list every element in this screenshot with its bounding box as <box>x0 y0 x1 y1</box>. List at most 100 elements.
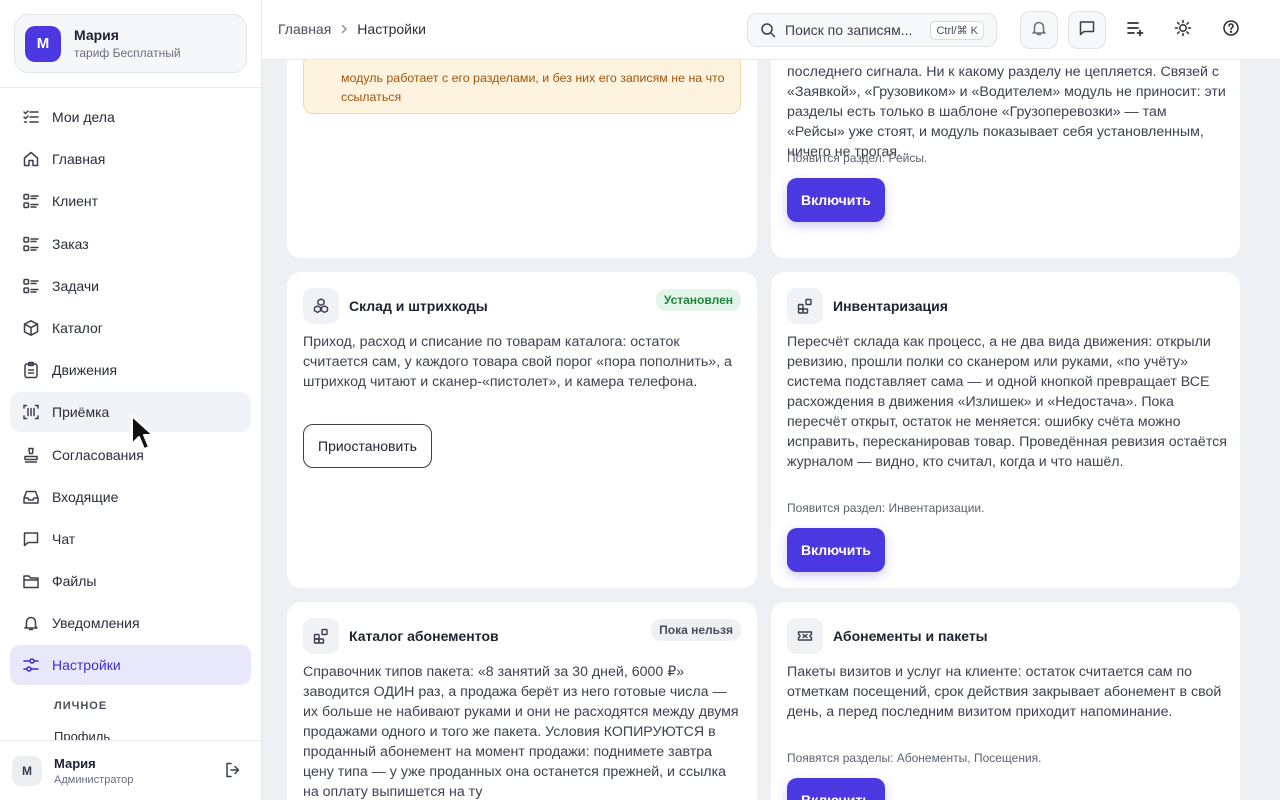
module-description: Пересчёт склада как процесс, а не два ви… <box>787 334 1227 470</box>
module-note: Появится раздел: Инвентаризации. <box>787 501 985 515</box>
chat-icon <box>1078 19 1096 42</box>
module-title: Каталог абонементов <box>349 628 499 644</box>
search-shortcut: Ctrl/⌘ K <box>930 21 984 40</box>
home-icon <box>22 150 40 168</box>
help-button[interactable] <box>1212 11 1250 49</box>
breadcrumb: Главная Настройки <box>278 21 426 37</box>
enable-button[interactable]: Включить <box>787 528 885 572</box>
account-avatar: М <box>25 25 61 62</box>
sidebar-item-inbox[interactable]: Входящие <box>10 477 251 517</box>
sidebar-item-tasks[interactable]: Задачи <box>10 266 251 306</box>
sidebar-item-order[interactable]: Заказ <box>10 224 251 264</box>
sun-icon <box>1174 19 1192 42</box>
sidebar-item-label: Задачи <box>52 277 100 294</box>
sidebar-item-settings[interactable]: Настройки <box>10 645 251 686</box>
module-card-warehouse: Склад и штрихкоды Установлен Приход, рас… <box>287 272 757 588</box>
account-name: Мария <box>74 27 119 43</box>
sidebar-item-label: Файлы <box>52 573 97 590</box>
list-icon <box>22 192 40 210</box>
module-card-top-left: модуль работает с его разделами, и без н… <box>287 60 757 258</box>
module-card-subscriptions: Абонементы и пакеты Пакеты визитов и усл… <box>771 602 1240 800</box>
bell-icon <box>22 614 40 632</box>
status-badge: Установлен <box>655 289 741 311</box>
sidebar-item-label: Уведомления <box>52 615 140 632</box>
sidebar-item-files[interactable]: Файлы <box>10 561 251 601</box>
chat-icon <box>22 530 40 548</box>
search-icon <box>760 22 776 38</box>
sidebar-item-movements[interactable]: Движения <box>10 350 251 390</box>
enable-button[interactable]: Включить <box>787 178 885 222</box>
sidebar-item-label: Мои дела <box>52 109 115 125</box>
sidebar-item-label: Приёмка <box>52 404 110 421</box>
notifications-button[interactable] <box>1020 11 1058 49</box>
sidebar-nav: Мои дела Главная Клиент Заказ Задачи Кат… <box>10 97 251 688</box>
user-avatar[interactable]: М <box>12 755 42 786</box>
account-plan: тариф Бесплатный <box>74 46 181 60</box>
pause-button[interactable]: Приостановить <box>303 424 432 468</box>
inbox-icon <box>22 488 40 506</box>
enable-button[interactable]: Включить <box>787 778 885 800</box>
module-note: Появится раздел: Рейсы. <box>787 151 928 165</box>
list-icon <box>22 235 40 253</box>
breadcrumb-current: Настройки <box>357 21 426 37</box>
module-card-trips: последнего сигнала. Ни к какому разделу … <box>771 60 1240 258</box>
list-add-icon <box>1125 18 1145 43</box>
user-role: Администратор <box>54 773 134 786</box>
chat-button[interactable] <box>1068 11 1106 49</box>
user-name: Мария <box>54 755 96 771</box>
warning-text: модуль работает с его разделами, и без н… <box>341 71 725 104</box>
grid-plus-icon <box>787 288 823 324</box>
sidebar-item-label: Клиент <box>52 193 99 210</box>
modules-grid: модуль работает с его разделами, и без н… <box>262 60 1280 800</box>
sidebar-item-chat[interactable]: Чат <box>10 519 251 559</box>
chevron-right-icon <box>339 22 349 37</box>
ticket-icon <box>787 618 823 654</box>
module-description: Справочник типов пакета: «8 занятий за 3… <box>303 664 739 800</box>
module-card-inventory: Инвентаризация Пересчёт склада как проце… <box>771 272 1240 588</box>
nav-section-personal: ЛИЧНОЕ <box>54 700 108 712</box>
sliders-icon <box>22 656 40 674</box>
search-placeholder: Поиск по записям... <box>785 22 913 38</box>
list-icon <box>22 277 40 295</box>
breadcrumb-home[interactable]: Главная <box>278 21 331 37</box>
help-icon <box>1222 19 1240 42</box>
task-list-button[interactable] <box>1116 11 1154 49</box>
status-badge: Пока нельзя <box>651 619 741 641</box>
sidebar: М Мария тариф Бесплатный Мои дела Главна… <box>0 0 262 800</box>
warning-box: модуль работает с его разделами, и без н… <box>303 60 741 114</box>
sidebar-item-client[interactable]: Клиент <box>10 181 251 221</box>
sidebar-item-label: Чат <box>52 530 76 547</box>
module-description: Пакеты визитов и услуг на клиенте: остат… <box>787 664 1222 720</box>
module-note: Появятся разделы: Абонементы, Посещения. <box>787 751 1042 765</box>
module-description: Приход, расход и списание по товарам кат… <box>303 334 732 390</box>
sidebar-divider <box>0 87 261 88</box>
sidebar-item-my-tasks[interactable]: Мои дела <box>10 97 251 137</box>
sidebar-item-label: Заказ <box>52 235 89 252</box>
module-title: Абонементы и пакеты <box>833 628 988 644</box>
logout-icon[interactable] <box>224 761 242 779</box>
checklist-icon <box>22 108 40 126</box>
sidebar-item-notifications[interactable]: Уведомления <box>10 603 251 643</box>
sidebar-item-catalog[interactable]: Каталог <box>10 308 251 348</box>
folder-icon <box>22 572 40 590</box>
barcode-scan-icon <box>22 403 40 421</box>
account-switcher[interactable]: М Мария тариф Бесплатный <box>14 14 247 73</box>
module-card-subscription-catalog: Каталог абонементов Пока нельзя Справочн… <box>287 602 757 800</box>
module-title: Инвентаризация <box>833 298 948 314</box>
clipboard-icon <box>22 361 40 379</box>
module-description: последнего сигнала. Ни к какому разделу … <box>787 64 1226 160</box>
module-title: Склад и штрихкоды <box>349 298 488 314</box>
theme-toggle-button[interactable] <box>1164 11 1202 49</box>
mouse-cursor-icon <box>131 415 154 450</box>
sidebar-item-label: Каталог <box>52 319 103 336</box>
search-input[interactable]: Поиск по записям... Ctrl/⌘ K <box>747 13 997 47</box>
bell-icon <box>1030 19 1048 42</box>
stamp-icon <box>22 446 40 464</box>
grid-plus-icon <box>303 618 339 654</box>
topbar: Главная Настройки Поиск по записям... Ct… <box>262 0 1280 60</box>
sidebar-item-label: Движения <box>52 362 118 379</box>
sidebar-item-label: Настройки <box>52 657 121 674</box>
sidebar-item-home[interactable]: Главная <box>10 139 251 179</box>
box-icon <box>22 319 40 337</box>
user-footer: М Мария Администратор <box>0 740 261 800</box>
